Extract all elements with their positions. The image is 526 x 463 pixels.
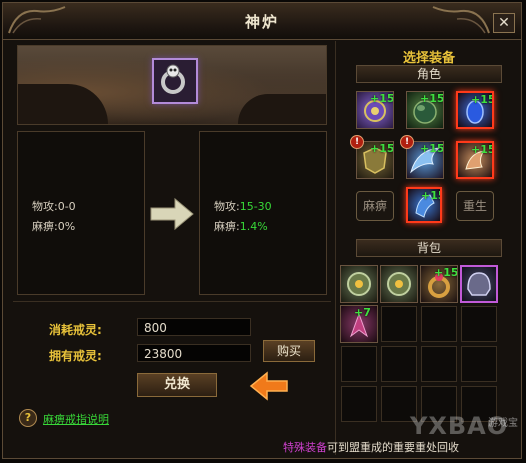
- warning-badge-icon: !: [350, 135, 364, 149]
- owned-label: 拥有戒灵:: [49, 349, 102, 363]
- rebirth-slot[interactable]: 重生: [456, 191, 494, 221]
- bag-slot-empty[interactable]: [341, 386, 377, 422]
- right-ornament-icon: [432, 6, 490, 34]
- bag-slot-1[interactable]: [340, 265, 378, 303]
- enhance-level: +15: [434, 266, 458, 279]
- forge-banner: [17, 45, 327, 125]
- bag-slot-empty[interactable]: [461, 346, 497, 382]
- cost-label: 消耗戒灵:: [49, 323, 102, 337]
- enhance-level: +7: [354, 306, 371, 319]
- warning-badge-icon: !: [400, 135, 414, 149]
- bag-slot-5[interactable]: +7: [340, 305, 378, 343]
- bag-slot-empty[interactable]: [381, 306, 417, 342]
- enhance-level: +15: [420, 92, 444, 105]
- ring-icon: [161, 64, 185, 94]
- bag-slot-empty[interactable]: [421, 306, 457, 342]
- bag-slot-empty[interactable]: [421, 346, 457, 382]
- enhance-level: +15: [420, 142, 444, 155]
- paralyze-ring-slot[interactable]: 麻痹: [356, 191, 394, 221]
- forge-panel: 物攻:0-0 麻痹:0% 物攻:15-30 麻痹:1.4% 消耗戒灵: 800 …: [13, 45, 331, 435]
- enhance-level: +15: [370, 92, 394, 105]
- enhance-level: +15: [421, 189, 440, 202]
- divider: [13, 301, 331, 302]
- footer-note: 特殊装备可到盟重成的重要重处回收: [283, 439, 459, 455]
- owned-value: 23800: [137, 344, 251, 362]
- bag-slot-2[interactable]: [380, 265, 418, 303]
- bag-slot-3[interactable]: +15: [420, 265, 458, 303]
- title-bar[interactable]: 神炉 ✕: [3, 3, 521, 40]
- paralyze-value: 1.4%: [239, 220, 268, 233]
- upgrade-arrow-icon: [150, 197, 194, 231]
- enhance-level: +15: [370, 142, 394, 155]
- current-attack: 物攻:0-0: [32, 200, 76, 213]
- equip-slot-center[interactable]: +15: [406, 187, 442, 223]
- equip-slot-1[interactable]: +15: [356, 91, 394, 129]
- exchange-button[interactable]: 兑换: [137, 373, 217, 397]
- shenlu-window: 神炉 ✕ 物攻:0-0 麻痹:0% 物攻:15-30 麻痹:1.4% 消耗戒灵:…: [2, 2, 522, 459]
- helmet-icon: [467, 272, 491, 296]
- attack-value: 15-30: [239, 200, 272, 213]
- bag-slot-empty[interactable]: [381, 346, 417, 382]
- help-icon[interactable]: ?: [19, 409, 37, 427]
- medallion-icon: [347, 272, 371, 296]
- target-ring-slot[interactable]: [152, 58, 198, 104]
- bag-slot-empty[interactable]: [461, 306, 497, 342]
- upgraded-stats-panel: 物攻:15-30 麻痹:1.4%: [199, 131, 327, 295]
- character-tab[interactable]: 角色: [356, 65, 502, 83]
- equipment-selector: 选择装备 角色 +15 +15 +15 +15 ! +15 +15 ! 麻痹 +…: [335, 41, 522, 455]
- equip-slot-6[interactable]: +15: [456, 141, 494, 179]
- attack-label: 物攻:: [214, 200, 240, 213]
- footer-rest-text: 可到盟重成的重要重处回收: [327, 441, 459, 454]
- buy-button[interactable]: 购买: [263, 340, 315, 362]
- close-button[interactable]: ✕: [493, 13, 515, 33]
- pointer-arrow-icon: [249, 371, 288, 401]
- bag-slot-4[interactable]: [460, 265, 498, 303]
- paralyze-label: 麻痹:: [214, 220, 240, 233]
- enhance-level: +15: [471, 143, 494, 156]
- current-stats-panel: 物攻:0-0 麻痹:0%: [17, 131, 145, 295]
- watermark-sub: 游戏宝: [488, 418, 518, 429]
- equip-slot-2[interactable]: +15: [406, 91, 444, 129]
- medallion-icon: [387, 272, 411, 296]
- footer-special-text: 特殊装备: [283, 441, 327, 454]
- enhance-level: +15: [471, 93, 494, 106]
- upgraded-paralyze: 麻痹:1.4%: [214, 218, 268, 234]
- upgraded-attack: 物攻:15-30: [214, 198, 272, 214]
- equip-slot-3[interactable]: +15: [456, 91, 494, 129]
- select-equipment-title: 选择装备: [402, 51, 455, 66]
- bag-tab[interactable]: 背包: [356, 239, 502, 257]
- paralyze-ring-help-link[interactable]: 麻痹戒指说明: [43, 411, 109, 427]
- bag-slot-empty[interactable]: [341, 346, 377, 382]
- cost-value: 800: [137, 318, 251, 336]
- current-paralyze: 麻痹:0%: [32, 220, 76, 233]
